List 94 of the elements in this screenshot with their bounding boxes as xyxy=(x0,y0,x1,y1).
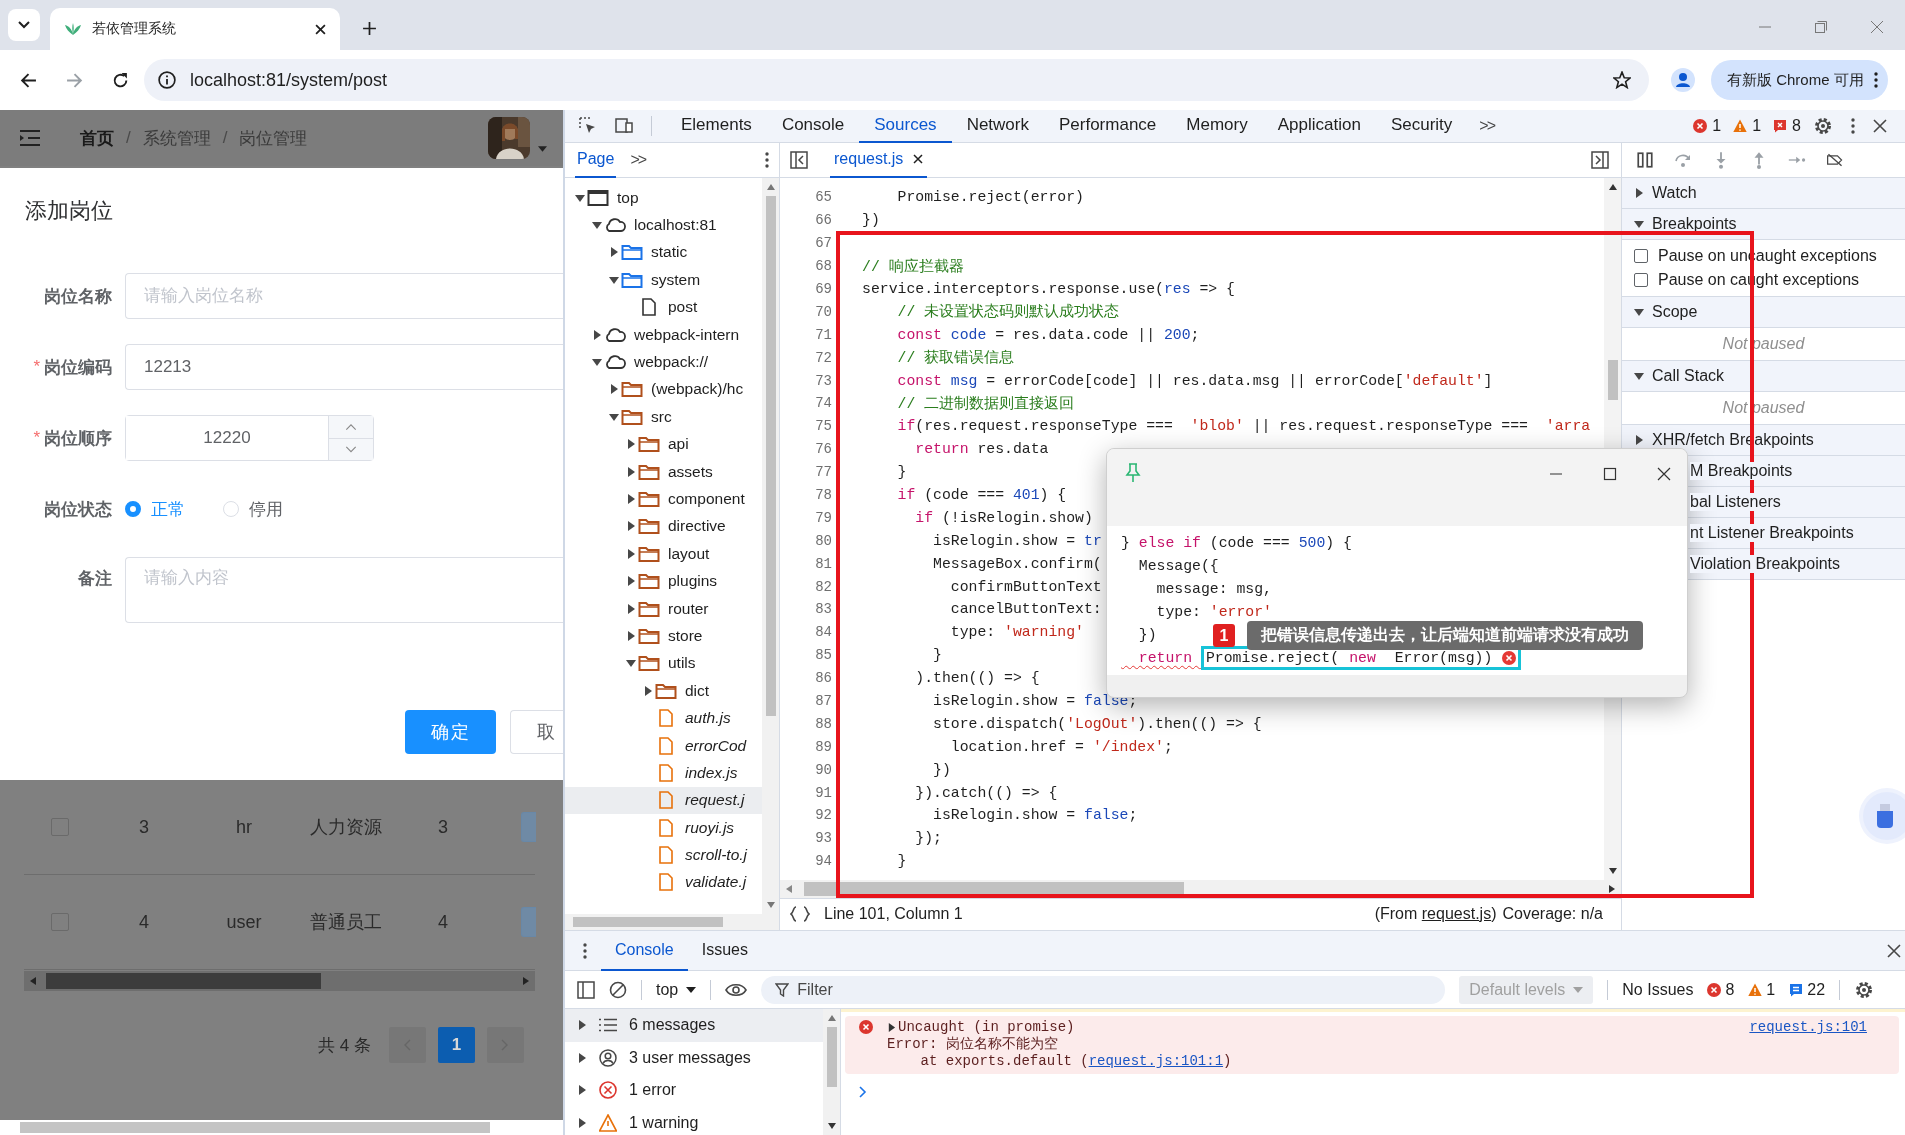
required-mark: * xyxy=(33,357,40,377)
breadcrumb-separator: / xyxy=(126,128,131,148)
coverage-info: Coverage: n/a xyxy=(1502,905,1603,923)
line-number: 84 xyxy=(814,624,832,641)
line-number: 73 xyxy=(814,372,832,389)
table-cell: 4 xyxy=(438,911,448,933)
code-line: }) xyxy=(1137,626,1157,643)
breadcrumb-item: 系统管理 xyxy=(142,127,211,150)
code-line: cancelButtonText: xyxy=(949,601,1102,618)
line-number: 66 xyxy=(814,212,832,229)
line-number: 82 xyxy=(814,578,832,595)
code-line: // 获取错误信息 xyxy=(896,348,1015,368)
breadcrumb-separator: / xyxy=(222,128,228,148)
line-number: 70 xyxy=(814,303,832,320)
table-cell-text: 人力资源 xyxy=(310,816,382,839)
code-line: }) xyxy=(862,212,880,229)
line-number: 68 xyxy=(814,258,832,275)
required-mark: * xyxy=(33,428,40,448)
code-line: type: 'error' xyxy=(1155,603,1272,620)
line-number: 91 xyxy=(814,784,832,801)
line-number: 81 xyxy=(814,555,832,572)
tab-title: 若依管理系统 xyxy=(92,20,177,38)
code-line: if (!isRelogin.show) xyxy=(914,509,1093,526)
dialog-title: 添加岗位 xyxy=(24,197,114,225)
breadcrumb-item: 岗位管理 xyxy=(239,127,308,150)
table-cell: hr xyxy=(236,816,252,838)
line-number: 78 xyxy=(814,487,832,503)
table-cell: 4 xyxy=(139,911,149,933)
code-line: } xyxy=(896,464,907,481)
line-number: 88 xyxy=(814,715,832,732)
code-line: // 二进制数据则直接返回 xyxy=(896,394,1075,413)
line-number: 85 xyxy=(814,647,832,664)
code-line: service.interceptors.response.use(res => { xyxy=(862,281,1235,297)
line-number: 80 xyxy=(814,532,832,549)
code-line: const msg = errorCode[code] || res.data.msg || errorCode['default'] xyxy=(896,372,1493,389)
line-number: 69 xyxy=(814,281,832,297)
code-line: store.dispatch('LogOut').then(() => { xyxy=(932,715,1262,732)
line-number: 90 xyxy=(814,761,832,778)
field-label: 岗位名称 xyxy=(44,285,112,308)
issues-label: No Issues xyxy=(1622,980,1694,999)
code-line: isRelogin.show = tr xyxy=(932,532,1102,549)
code-line: // 未设置状态码则默认成功状态 xyxy=(896,302,1120,322)
line-number: 74 xyxy=(814,395,832,412)
table-cell-text: 普通员工 xyxy=(310,911,382,934)
code-line: Promise.reject(error) xyxy=(896,189,1084,206)
line-number: 71 xyxy=(814,326,832,343)
field-label: 备注 xyxy=(78,568,112,590)
line-number: 86 xyxy=(814,670,832,687)
code-line: // 响应拦截器 xyxy=(862,257,964,276)
code-line: location.href = '/index'; xyxy=(949,738,1173,755)
line-number: 94 xyxy=(814,853,832,870)
code-line: MessageBox.confirm( xyxy=(932,555,1102,572)
code-line: const code = res.data.code || 200; xyxy=(896,326,1200,343)
code-line: type: 'warning' xyxy=(949,624,1084,641)
code-line: confirmButtonText xyxy=(949,578,1102,595)
line-number: 87 xyxy=(814,693,832,710)
error-message: Error: 岗位名称不能为空 xyxy=(886,1036,1059,1053)
code-line: if(res.request.responseType === 'blob' || res.request.responseType === 'arra xyxy=(896,418,1591,435)
code-line: Message({ xyxy=(1137,557,1219,574)
code-line: }).catch(() => { xyxy=(914,784,1058,801)
field-label: 岗位编码 xyxy=(44,356,112,379)
table-cell: user xyxy=(226,911,262,933)
code-line: } else if (code === 500) { xyxy=(1121,534,1352,551)
code-line: message: msg, xyxy=(1155,580,1272,597)
line-number: 72 xyxy=(814,349,832,366)
field-label: 岗位状态 xyxy=(44,498,112,521)
total-count: 共 4 条 xyxy=(318,1034,371,1057)
line-number: 93 xyxy=(814,830,832,847)
line-number: 79 xyxy=(814,509,832,526)
code-line: ).then(() => { xyxy=(914,670,1040,687)
stack-trace-line: at exports.default (request.js:101:1) xyxy=(919,1053,1233,1070)
line-number: 89 xyxy=(814,738,832,755)
code-line: } xyxy=(932,647,942,664)
line-number: 67 xyxy=(814,235,832,252)
line-number: 65 xyxy=(814,189,832,206)
source-map-info: (From request.js) xyxy=(1374,905,1497,923)
code-line: return res.data xyxy=(914,441,1049,458)
line-number: 83 xyxy=(814,601,832,618)
code-line: } xyxy=(896,853,907,870)
code-line: isRelogin.show = false; xyxy=(932,807,1138,824)
table-cell: 3 xyxy=(139,816,149,838)
error-summary: Uncaught (in promise) xyxy=(898,1019,1075,1035)
cursor-position: Line 101, Column 1 xyxy=(824,905,963,923)
line-number: 75 xyxy=(814,418,832,435)
code-line: }) xyxy=(932,761,951,778)
code-line: if (code === 401) { xyxy=(896,487,1067,503)
line-number: 76 xyxy=(814,441,832,458)
line-number: 92 xyxy=(814,807,832,824)
code-line: }); xyxy=(914,830,942,847)
step-number: 1 xyxy=(1213,624,1235,647)
table-cell: 3 xyxy=(438,816,448,838)
field-label: 岗位顺序 xyxy=(44,427,112,450)
line-number: 77 xyxy=(814,464,832,481)
annotation-tooltip: 把错误信息传递出去，让后端知道前端请求没有成功 xyxy=(1247,621,1643,650)
